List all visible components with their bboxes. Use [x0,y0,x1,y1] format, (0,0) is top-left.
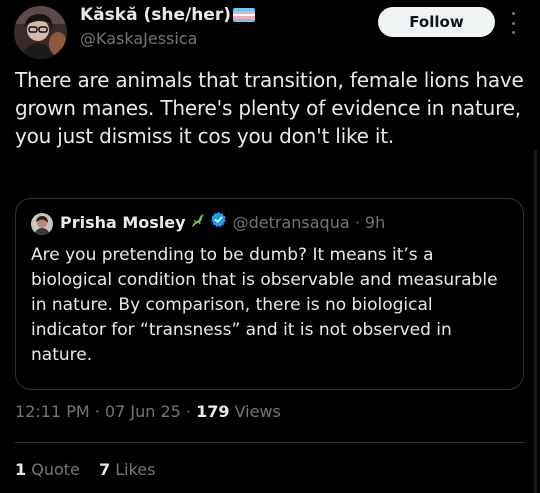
likes-count: 7 [98,460,111,479]
meta-separator: · [94,402,105,421]
quote-author-name[interactable]: Prisha Mosley [60,212,186,234]
author-block: Kăskă (she/her) @KaskaJessica [80,4,255,50]
dot [511,12,515,15]
views-count: 179 [196,402,230,421]
tweet-date[interactable]: 07 Jun 25 [105,402,181,421]
dot [511,31,515,34]
quote-timestamp: 9h [364,212,386,232]
quotes-stat[interactable]: 1 Quote [15,460,80,479]
tweet-meta: 12:11 PM · 07 Jun 25 · 179 Views [15,402,281,421]
engagement-stats: 1 Quote 7 Likes [15,460,169,479]
quoted-tweet-card[interactable]: Prisha Mosley @detransaqua · 9h Are you … [15,198,524,390]
author-display-name[interactable]: Kăskă (she/her) [80,4,255,26]
author-avatar[interactable] [14,6,67,59]
likes-label: Likes [115,460,156,479]
verified-badge-icon [210,211,227,234]
scrollbar[interactable] [534,150,537,493]
author-name-text: Kăskă (she/her) [80,5,231,25]
tweet-time[interactable]: 12:11 PM [15,402,90,421]
lizard-emoji-icon [190,212,206,234]
meta-separator: · [185,402,197,421]
views-label: Views [234,402,281,421]
quote-handle-text: @detransaqua [232,212,350,232]
trans-flag-icon [232,8,255,22]
likes-stat[interactable]: 7 Likes [99,460,155,479]
dot [511,21,515,25]
follow-button[interactable]: Follow [378,7,495,37]
quote-author-handle[interactable]: @detransaqua · 9h [233,212,386,234]
quote-text: Are you pretending to be dumb? It means … [31,245,498,365]
quote-header: Prisha Mosley @detransaqua · 9h [60,211,385,234]
quote-author-avatar [31,213,53,235]
quotes-count: 1 [15,460,27,479]
quotes-label: Quote [31,460,80,479]
quote-separator: · [354,212,360,232]
flag-stripe [232,19,255,22]
more-options-icon[interactable] [509,12,517,34]
divider [15,442,525,443]
tweet-text: There are animals that transition, femal… [15,68,524,148]
author-handle[interactable]: @KaskaJessica [80,28,255,50]
